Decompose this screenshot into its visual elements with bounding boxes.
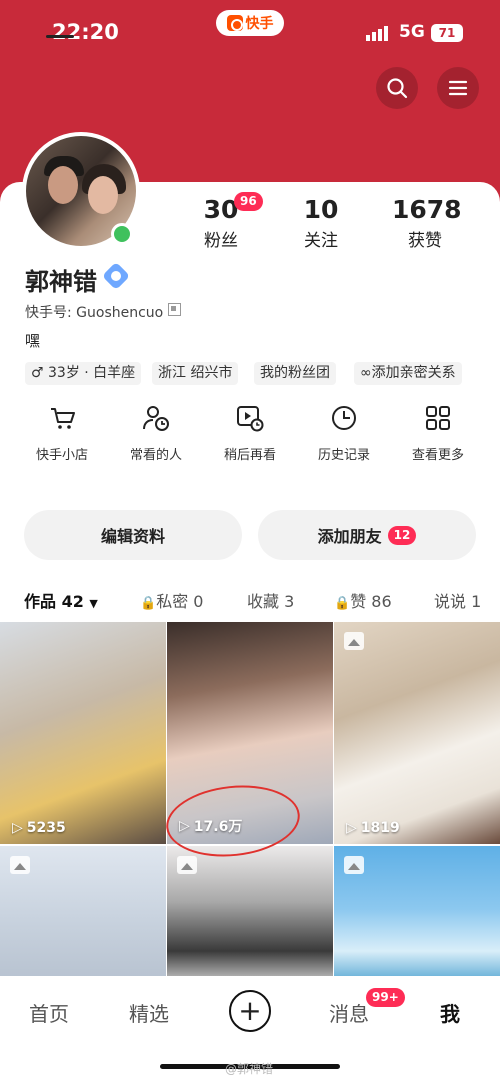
stat-following-count: 10 [303,195,339,224]
caret-down-icon: ▼ [89,597,98,610]
tab-posts[interactable]: 说说 1 [434,588,481,612]
battery-icon: 71 [431,24,463,42]
play-icon: ▷ [12,820,23,836]
quick-link-history[interactable]: 历史记录 [304,404,384,463]
signal-icon [366,26,388,41]
stat-fans-label: 粉丝 [204,231,238,251]
grid-icon [426,406,450,430]
nav-featured[interactable]: 精选 [129,998,169,1027]
tab-works[interactable]: 作品 42 ▼ [24,588,98,612]
menu-icon [448,80,468,96]
quick-link-label: 快手小店 [35,448,88,463]
stat-likes[interactable]: 1678 获赞 [392,195,462,251]
quick-link-label: 常看的人 [129,448,182,463]
lock-icon: 🔒 [334,596,351,611]
image-type-icon [344,856,364,874]
quick-link-watch-later[interactable]: 稍后再看 [210,404,290,463]
quick-link-label: 历史记录 [317,448,370,463]
stat-likes-count: 1678 [392,195,462,224]
search-button[interactable] [376,67,418,109]
tab-likes[interactable]: 🔒赞 86 [334,588,392,612]
quick-link-label: 查看更多 [411,448,464,463]
view-count: ▷ 5235 [12,820,66,836]
stat-likes-label: 获赞 [408,231,442,251]
content-tabs: 作品 42 ▼ 🔒私密 0 收藏 3 🔒赞 86 说说 1 [0,582,500,614]
edit-profile-button[interactable]: 编辑资料 [24,510,242,560]
status-time: 22:20 [52,20,119,44]
play-icon: ▷ [346,820,357,836]
tab-likes-label: 赞 86 [350,592,392,611]
person-clock-icon [143,406,169,431]
kuaishou-logo-icon [226,15,243,31]
nav-messages[interactable]: 消息 [329,998,369,1027]
play-clock-icon [237,406,264,432]
quick-link-more[interactable]: 查看更多 [398,404,478,463]
tag-fan-group[interactable]: 我的粉丝团 [254,362,336,385]
search-icon [387,78,408,99]
app-indicator-pill[interactable]: 快手 [216,10,284,36]
stat-following[interactable]: 10 关注 [296,195,346,251]
grid-item[interactable]: ▷ 1819 [334,622,500,844]
quick-link-frequent[interactable]: 常看的人 [116,404,196,463]
grid-item[interactable]: ▷ 5235 [0,622,166,844]
grid-item[interactable] [167,846,333,986]
network-type: 5G [399,22,425,42]
watermark: @郭神错 [225,1062,274,1076]
image-type-icon [177,856,197,874]
add-friend-badge: 12 [387,525,417,545]
quick-link-shop[interactable]: 快手小店 [22,404,102,463]
fans-new-badge: 96 [234,192,263,211]
plus-icon: + [238,994,262,1027]
image-type-icon [344,632,364,650]
view-count: ▷ 1819 [346,820,400,836]
kuaishou-id[interactable]: 快手号: Guoshencuo [25,302,163,322]
tag-age-zodiac[interactable]: ♂ 33岁 · 白羊座 [25,362,142,385]
clock-icon [332,406,356,430]
nav-home[interactable]: 首页 [29,998,69,1027]
messages-badge: 99+ [366,988,405,1007]
image-type-icon [10,856,30,874]
tab-private-label: 私密 0 [156,592,204,611]
create-button[interactable]: + [229,990,271,1032]
tab-private[interactable]: 🔒私密 0 [140,588,203,612]
profile-name: 郭神错 [25,268,97,296]
add-friend-button[interactable]: 添加朋友 12 [258,510,476,560]
view-count-label: 1819 [360,820,400,836]
tab-favorites[interactable]: 收藏 3 [247,588,294,612]
grid-item[interactable] [0,846,166,986]
online-status-dot [111,223,133,245]
link-icon: ∞ [360,365,372,381]
grid-item[interactable] [334,846,500,986]
gender-male-icon: ♂ [31,365,49,381]
add-friend-label: 添加朋友 [317,527,382,546]
lock-icon: 🔒 [140,596,157,611]
profile-bio: 嘿 [25,332,41,350]
tag-add-relationship-label: 添加亲密关系 [371,365,456,381]
app-indicator-label: 快手 [245,16,274,32]
tag-age-zodiac-label: 33岁 · 白羊座 [48,365,136,381]
tag-location[interactable]: 浙江 绍兴市 [152,362,239,385]
view-count-label: 5235 [26,820,66,836]
qr-code-icon[interactable] [168,303,181,316]
stat-following-label: 关注 [304,231,338,251]
tab-active-indicator [46,35,74,38]
cart-icon [51,408,75,429]
nav-me[interactable]: 我 [440,998,460,1027]
status-bar: 22:20 快手 5G 71 [0,0,500,64]
menu-button[interactable] [437,67,479,109]
tab-works-label: 作品 42 [24,592,84,611]
tag-add-relationship[interactable]: ∞添加亲密关系 [354,362,462,385]
quick-link-label: 稍后再看 [223,448,276,463]
edit-profile-label: 编辑资料 [100,527,165,546]
